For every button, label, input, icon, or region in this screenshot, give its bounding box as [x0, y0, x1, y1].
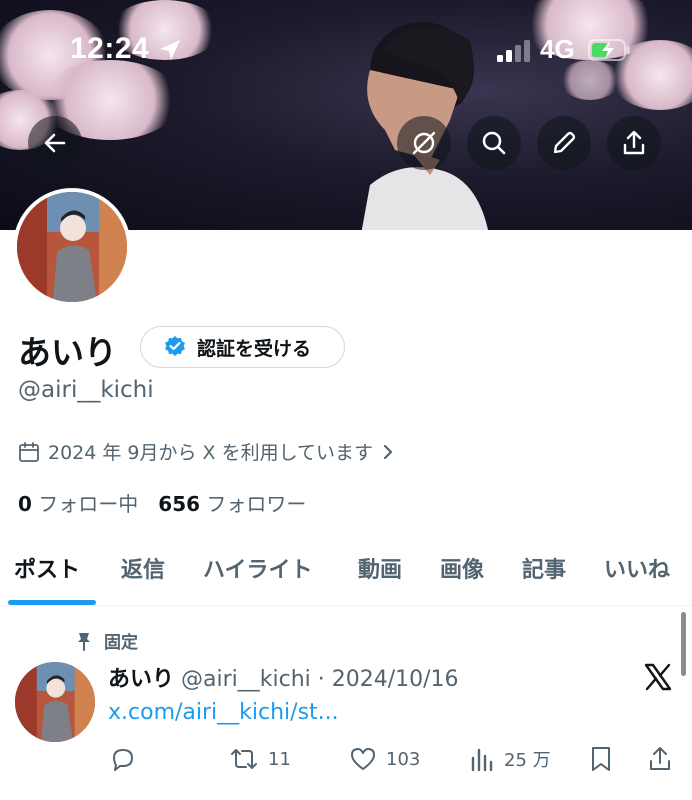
tab-media[interactable]: 画像 — [440, 552, 484, 584]
avatar-image — [17, 192, 127, 302]
network-type: 4G — [540, 34, 575, 64]
edit-pencil-icon — [553, 131, 576, 154]
post-header: あいり @airi__kichi · 2024/10/16 — [108, 661, 459, 693]
post-author-avatar[interactable] — [15, 662, 95, 742]
back-arrow-icon — [44, 133, 66, 153]
edit-button[interactable] — [537, 116, 591, 170]
pinned-label: 固定 — [104, 633, 138, 653]
views-icon — [471, 748, 493, 772]
get-verified-button[interactable]: 認証を受ける — [140, 326, 345, 368]
following-count: 0 — [18, 492, 32, 516]
retweet-count: 11 — [268, 748, 291, 770]
grok-button[interactable] — [397, 116, 451, 170]
followers-link[interactable]: 656 フォロワー — [158, 488, 306, 517]
post-author-name[interactable]: あいり — [108, 667, 174, 692]
views-count: 25 万 — [504, 750, 551, 771]
status-time: 12:24 — [70, 32, 150, 65]
following-link[interactable]: 0 フォロー中 — [18, 488, 138, 517]
tab-articles[interactable]: 記事 — [522, 552, 566, 584]
profile-handle: @airi__kichi — [18, 377, 154, 403]
status-bar: 12:24 4G — [0, 0, 692, 100]
x-logo-icon — [644, 663, 672, 691]
followers-label: フォロワー — [206, 492, 307, 516]
like-count: 103 — [386, 748, 421, 770]
share-button[interactable] — [607, 116, 661, 170]
active-tab-indicator — [8, 600, 96, 605]
profile-tabs: ポスト 返信 ハイライト 動画 画像 記事 いいね — [0, 540, 692, 606]
back-button[interactable] — [28, 116, 82, 170]
post-link[interactable]: x.com/airi__kichi/st... — [108, 700, 339, 725]
post-avatar-image — [15, 662, 95, 742]
bookmark-button[interactable] — [588, 744, 614, 774]
calendar-icon — [19, 441, 39, 462]
tab-likes[interactable]: いいね — [604, 552, 670, 584]
like-icon — [351, 748, 375, 770]
location-arrow-icon — [160, 40, 180, 60]
retweet-button[interactable]: 11 — [228, 744, 291, 774]
like-button[interactable]: 103 — [348, 744, 420, 774]
reply-button[interactable] — [108, 744, 138, 774]
battery-charging-icon — [588, 39, 630, 61]
follow-stats: 0 フォロー中 656 フォロワー — [18, 488, 306, 517]
signal-icon — [497, 40, 530, 62]
profile-avatar[interactable] — [13, 188, 131, 306]
followers-count: 656 — [158, 492, 201, 516]
get-verified-label: 認証を受ける — [197, 337, 312, 360]
post-meta: @airi__kichi · 2024/10/16 — [181, 667, 459, 692]
search-icon — [482, 131, 506, 155]
tab-posts[interactable]: ポスト — [14, 552, 80, 584]
retweet-icon — [231, 749, 257, 769]
search-button[interactable] — [467, 116, 521, 170]
chevron-right-icon — [383, 444, 393, 459]
joined-date-text: 2024 年 9月から X を利用しています — [48, 442, 374, 464]
joined-date-row[interactable]: 2024 年 9月から X を利用しています — [18, 438, 395, 465]
following-label: フォロー中 — [38, 492, 139, 516]
views-button[interactable]: 25 万 — [468, 744, 551, 774]
profile-name: あいり — [18, 333, 117, 372]
verified-badge-icon — [165, 336, 185, 356]
tab-replies[interactable]: 返信 — [121, 552, 165, 584]
post-share-button[interactable] — [646, 744, 674, 774]
share-icon — [623, 130, 645, 155]
bookmark-icon — [592, 747, 610, 771]
post-actions: 11 103 25 万 — [0, 740, 692, 780]
pin-icon — [78, 632, 90, 651]
reply-icon — [113, 749, 133, 771]
pinned-label-row: 固定 — [76, 628, 138, 653]
scrollbar[interactable] — [681, 612, 686, 676]
tab-videos[interactable]: 動画 — [358, 552, 402, 584]
share-icon — [650, 747, 670, 770]
tab-highlights[interactable]: ハイライト — [203, 552, 313, 584]
grok-icon — [412, 131, 436, 155]
